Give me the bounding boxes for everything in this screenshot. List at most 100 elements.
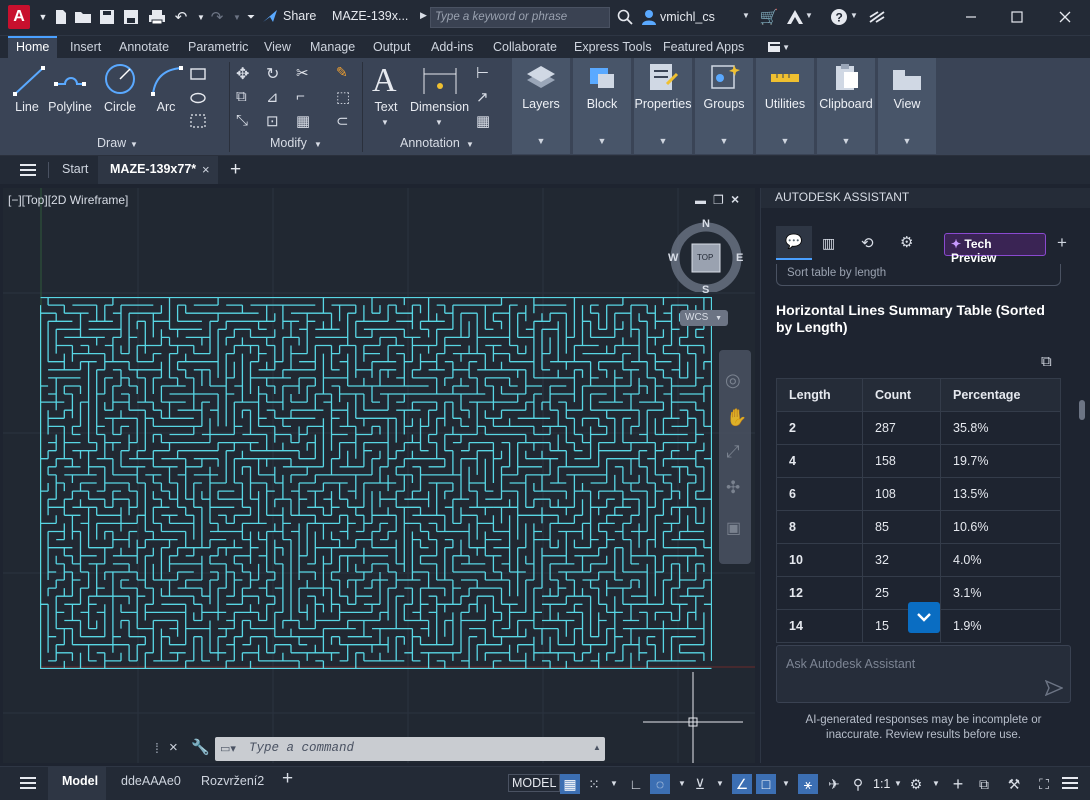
close-tab-icon[interactable]: ×	[202, 162, 210, 177]
model-tab[interactable]: Model	[48, 767, 106, 800]
tab-insert[interactable]: Insert	[70, 38, 101, 58]
modify-panel-expand-icon[interactable]: ▼	[314, 140, 322, 149]
linear-dim-icon[interactable]: ⊢	[476, 64, 489, 82]
redo-icon[interactable]: ↷	[206, 6, 228, 28]
clipboard-expand-icon[interactable]: ▼	[817, 136, 875, 146]
object-snap-icon[interactable]: □	[756, 774, 776, 794]
assistant-input[interactable]: Ask Autodesk Assistant	[776, 645, 1071, 703]
insights-tab-icon[interactable]: ▥	[822, 235, 835, 252]
wcs-menu[interactable]: WCS ▼	[680, 310, 728, 326]
block-expand-icon[interactable]: ▼	[573, 136, 631, 146]
view-panel[interactable]: View ▼	[878, 58, 936, 154]
new-tab-icon[interactable]: +	[230, 159, 241, 181]
chat-scrollbar-thumb[interactable]	[1079, 400, 1085, 420]
rectangle-tool-icon[interactable]	[190, 68, 208, 83]
username[interactable]: vmichl_cs	[660, 10, 715, 24]
text-tool-icon[interactable]: A	[372, 62, 397, 100]
text-dropdown-icon[interactable]: ▼	[381, 118, 389, 127]
workspace-dropdown-icon[interactable]: ▼	[926, 774, 946, 794]
command-input[interactable]: Type a command	[249, 741, 354, 755]
modify-panel-title[interactable]: Modify	[270, 136, 307, 150]
compass-east[interactable]: E	[736, 252, 743, 264]
rotate-icon[interactable]: ↻	[266, 64, 279, 84]
command-grip-icon[interactable]: ⁞	[155, 740, 159, 756]
drawing-tab[interactable]: MAZE-139x77* ×	[98, 156, 218, 184]
draw-panel-title[interactable]: Draw	[97, 136, 126, 150]
move-icon[interactable]: ✥	[236, 64, 249, 84]
tab-featured-apps[interactable]: Featured Apps	[663, 38, 744, 58]
grid-display-icon[interactable]: ▦	[560, 774, 580, 794]
explode-icon[interactable]: ⬚	[336, 88, 350, 106]
user-icon[interactable]	[638, 6, 660, 28]
snap-mode-icon[interactable]: ⁙	[584, 774, 604, 794]
tab-collaborate[interactable]: Collaborate	[493, 38, 557, 58]
new-chat-icon[interactable]: +	[1057, 233, 1067, 253]
search-input[interactable]: Type a keyword or phrase	[430, 7, 610, 28]
groups-expand-icon[interactable]: ▼	[695, 136, 753, 146]
tab-output[interactable]: Output	[373, 38, 411, 58]
tab-manage[interactable]: Manage	[310, 38, 355, 58]
new-file-icon[interactable]	[50, 6, 72, 28]
save-icon[interactable]	[96, 6, 118, 28]
close-icon[interactable]	[1054, 6, 1076, 28]
autocad-logo[interactable]: A	[8, 5, 30, 29]
trim-icon[interactable]: ✂	[296, 64, 309, 82]
open-folder-icon[interactable]	[72, 6, 94, 28]
clipboard-panel[interactable]: Clipboard ▼	[817, 58, 875, 154]
maximize-icon[interactable]	[1006, 6, 1028, 28]
compass-west[interactable]: W	[668, 252, 678, 264]
annotation-panel-expand-icon[interactable]: ▼	[466, 140, 474, 149]
ellipse-tool-icon[interactable]	[190, 92, 208, 107]
minimize-icon[interactable]	[960, 6, 982, 28]
apps-chevron-icon[interactable]: ▼	[805, 11, 813, 20]
customize-status-icon[interactable]	[1062, 777, 1078, 792]
maze-drawing[interactable]	[40, 297, 712, 669]
copy-icon[interactable]: ⧉	[236, 88, 247, 105]
showmotion-icon[interactable]: ▣	[726, 518, 741, 538]
polyline-tool-icon[interactable]	[53, 66, 87, 103]
command-close-icon[interactable]: ×	[169, 739, 178, 756]
start-tab[interactable]: Start	[62, 162, 88, 176]
layout-tab-2[interactable]: Rozvržení2	[201, 774, 264, 788]
leader-icon[interactable]: ↗	[476, 88, 489, 106]
tab-annotate[interactable]: Annotate	[119, 38, 169, 58]
annotation-monitor-icon[interactable]: +	[948, 774, 968, 794]
tab-add-ins[interactable]: Add-ins	[431, 38, 473, 58]
osnap-dropdown-icon[interactable]: ▼	[776, 774, 796, 794]
polar-tracking-icon[interactable]: ◌	[650, 774, 670, 794]
compass-north[interactable]: N	[702, 218, 710, 230]
table-icon[interactable]: ▦	[476, 112, 490, 130]
dimension-dropdown-icon[interactable]: ▼	[435, 118, 443, 127]
isodraft-dropdown-icon[interactable]: ▼	[710, 774, 730, 794]
orbit-icon[interactable]: ✣	[726, 478, 740, 498]
hatch-tool-icon[interactable]	[190, 114, 208, 131]
erase-icon[interactable]: ✎	[336, 64, 348, 81]
layout-menu-icon[interactable]	[20, 777, 36, 792]
block-panel[interactable]: Block ▼	[573, 58, 631, 154]
workspace-switch-icon[interactable]: ▼	[768, 40, 790, 54]
stretch-icon[interactable]: ⤡	[236, 112, 248, 129]
viewcube[interactable]: TOP N S W E	[668, 218, 743, 296]
properties-expand-icon[interactable]: ▼	[634, 136, 692, 146]
autodesk-app-icon[interactable]	[784, 6, 806, 28]
fullscreen-icon[interactable]: ⛶	[1034, 774, 1054, 794]
maze-lines[interactable]	[40, 297, 712, 669]
save-as-icon[interactable]	[120, 6, 142, 28]
annotation-scale-icon[interactable]: ⚲	[848, 774, 868, 794]
settings-tab-icon[interactable]: ⚙	[900, 233, 913, 251]
array-icon[interactable]: ▦	[296, 112, 310, 130]
utilities-panel[interactable]: Utilities ▼	[756, 58, 814, 154]
viewcube-top-face[interactable]: TOP	[697, 253, 713, 262]
layers-expand-icon[interactable]: ▼	[512, 136, 570, 146]
quick-properties-icon[interactable]: ⚒	[1004, 774, 1024, 794]
help-chevron-icon[interactable]: ▼	[850, 11, 858, 20]
chat-tab[interactable]: 💬	[776, 226, 812, 260]
workspace-gear-icon[interactable]: ⚙	[906, 774, 926, 794]
share-button[interactable]: Share	[262, 9, 316, 23]
dimension-tool-icon[interactable]	[422, 66, 458, 99]
arc-tool-icon[interactable]	[150, 64, 184, 101]
draw-panel-expand-icon[interactable]: ▼	[130, 140, 138, 149]
steering-wheel-icon[interactable]: ◎	[725, 370, 741, 391]
mirror-icon[interactable]: ⊿	[266, 88, 279, 106]
zoom-extents-icon[interactable]: ⤢	[726, 442, 740, 462]
